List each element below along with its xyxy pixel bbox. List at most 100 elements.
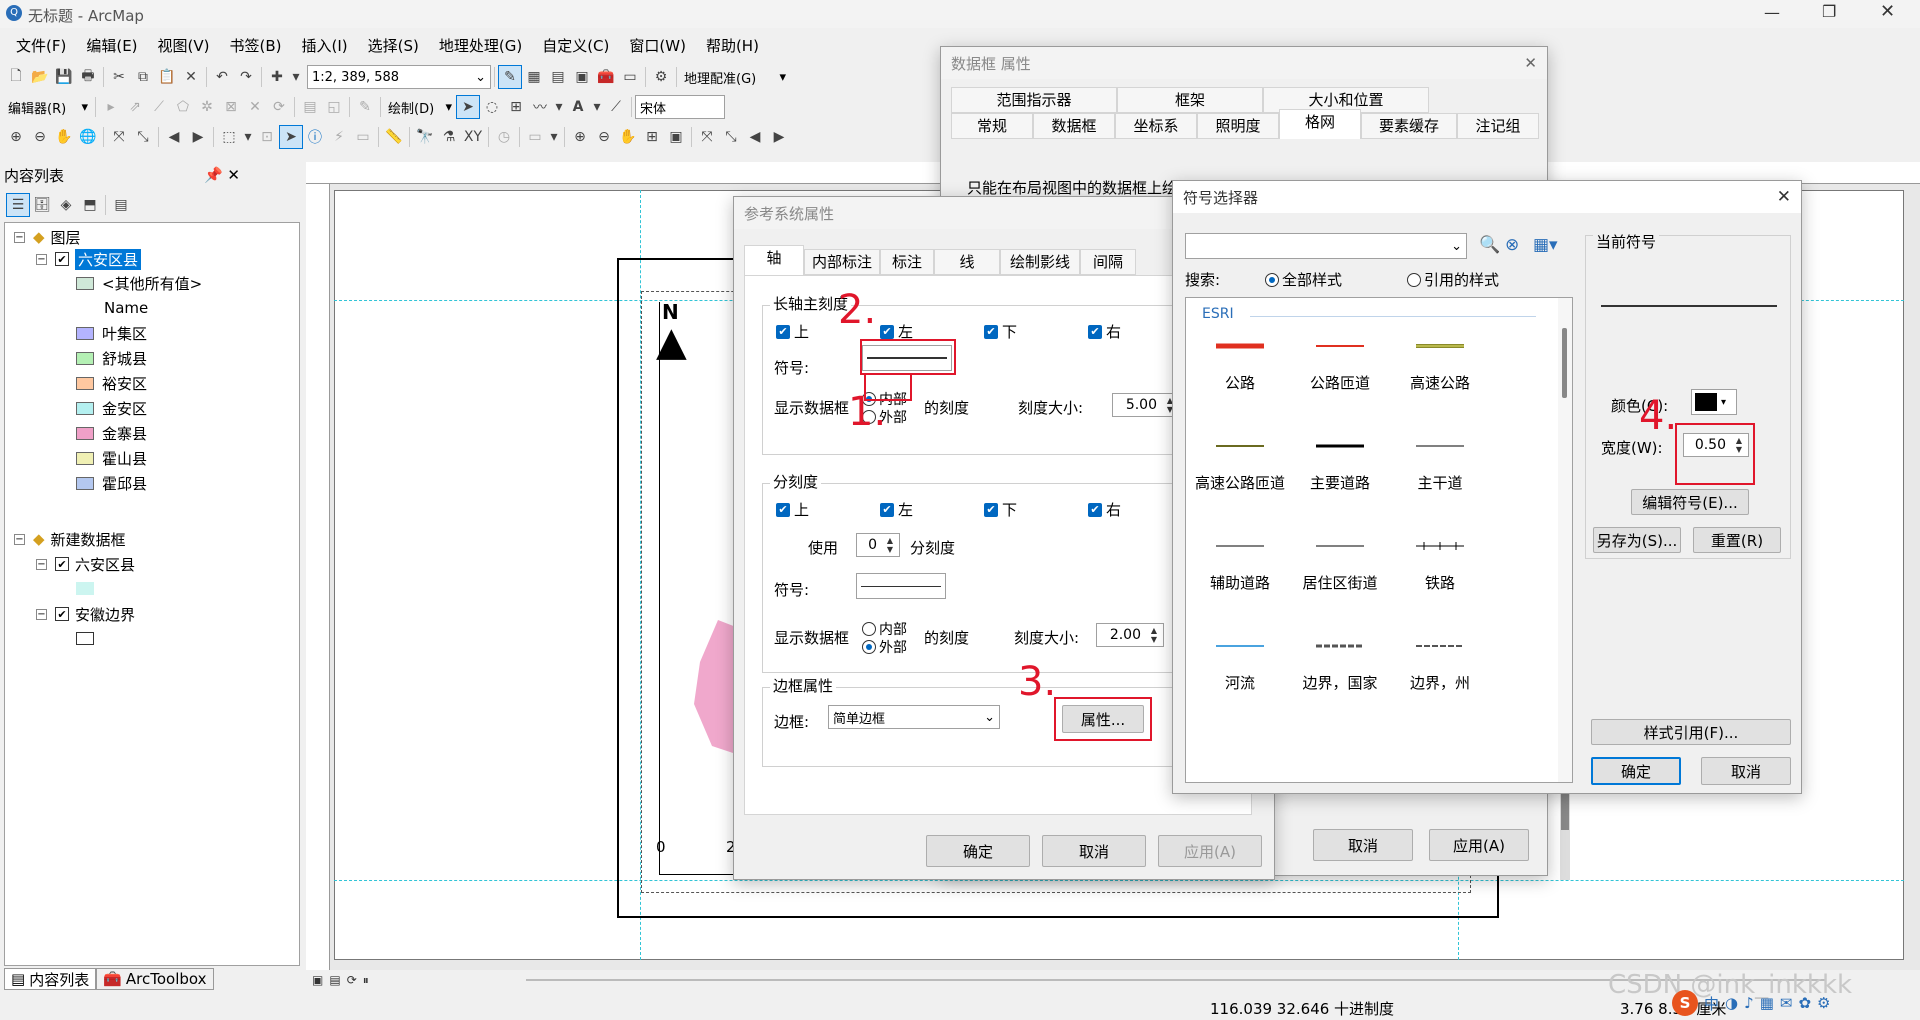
rotate-icon[interactable]: ⟳ — [267, 95, 291, 119]
tab-ref-4[interactable]: 绘制影线 — [1000, 249, 1080, 275]
layout-zoom-out-icon[interactable]: ⊖ — [592, 125, 616, 149]
legend-class-row[interactable]: 霍邱县 — [76, 472, 147, 494]
restore-icon[interactable]: ❐ — [1822, 2, 1836, 21]
line-icon[interactable]: 〰 — [528, 95, 552, 119]
find-route-icon[interactable]: ⚗ — [437, 125, 461, 149]
minor-top-checkbox[interactable]: ✔ 上 — [776, 499, 809, 520]
cancel-button[interactable]: 取消 — [1042, 835, 1146, 867]
layer-name[interactable]: 安徽边界 — [75, 604, 135, 625]
close-icon[interactable]: ✕ — [1777, 187, 1791, 207]
minor-tick-size-input[interactable]: 2.00 ▲ ▼ — [1096, 623, 1164, 647]
edit-annotation-icon[interactable]: ⇗ — [123, 95, 147, 119]
html-popup-icon[interactable]: ▭ — [351, 125, 375, 149]
symbol-cell[interactable]: 主干道 — [1390, 434, 1490, 493]
menu-item[interactable]: 地理处理(G) — [429, 35, 532, 56]
layer-name-selected[interactable]: 六安区县 — [75, 248, 142, 270]
symbol-cell[interactable]: 边界，州 — [1390, 634, 1490, 693]
editor-toolbar-icon[interactable]: ✎ — [498, 65, 522, 89]
symbol-cell[interactable]: 边界，国家 — [1290, 634, 1390, 693]
tab-ref-2[interactable]: 标注 — [880, 249, 934, 275]
pin-icon[interactable]: 📌 — [204, 166, 223, 184]
add-data-icon[interactable]: ✚ — [265, 65, 289, 89]
catalog-icon[interactable]: ▤ — [546, 65, 570, 89]
python-icon[interactable]: ▭ — [618, 65, 642, 89]
symbol-cell[interactable]: 辅助道路 — [1190, 534, 1290, 593]
full-extent-icon[interactable]: 🌐 — [76, 125, 100, 149]
spin-arrows-icon[interactable]: ▲ ▼ — [883, 536, 897, 554]
border-combobox[interactable]: 简单边框 ⌄ — [828, 705, 1000, 729]
layer-visibility-checkbox[interactable]: ✔ — [55, 252, 69, 266]
zoom-whole-page-icon[interactable]: ⊞ — [504, 95, 528, 119]
tab-df-4[interactable]: 格网 — [1279, 109, 1361, 139]
tab-1[interactable]: 框架 — [1117, 87, 1263, 113]
cancel-button[interactable]: 取消 — [1313, 829, 1413, 861]
legend-swatch[interactable] — [76, 581, 94, 595]
symbol-cell[interactable]: 居住区街道 — [1290, 534, 1390, 593]
inside-radio[interactable]: 内部 — [862, 619, 907, 639]
collapse-icon[interactable]: − — [36, 253, 47, 265]
reshape-icon[interactable]: ⊠ — [219, 95, 243, 119]
collapse-icon[interactable]: − — [36, 608, 47, 620]
identify-icon[interactable]: ⓘ — [303, 125, 327, 149]
apply-button[interactable]: 应用(A) — [1429, 829, 1529, 861]
symbol-cell[interactable]: 公路 — [1190, 334, 1290, 393]
list-by-drawing-order-icon[interactable]: ☰ — [6, 193, 30, 217]
measure-icon[interactable]: 📏 — [382, 125, 406, 149]
legend-swatch[interactable] — [76, 401, 94, 415]
time-slider-icon[interactable]: ◷ — [492, 125, 516, 149]
fixed-zoom-in-icon[interactable]: ⤧ — [107, 125, 131, 149]
back-extent-icon[interactable]: ◀ — [743, 125, 767, 149]
sketch-properties-icon[interactable]: ◱ — [322, 95, 346, 119]
data-frame-new[interactable]: 新建数据框 — [51, 529, 126, 550]
legend-class-row[interactable]: 金安区 — [76, 397, 147, 419]
toolbox-icon[interactable]: 🧰 — [594, 65, 618, 89]
legend-swatch[interactable] — [76, 376, 94, 390]
scale-combobox[interactable]: 1:2, 389, 588 ⌄ — [307, 65, 491, 89]
pause-icon[interactable]: ⏸ — [363, 973, 369, 988]
tab-df-3[interactable]: 照明度 — [1197, 113, 1279, 139]
select-features-icon[interactable]: ⬚ — [217, 125, 241, 149]
close-icon[interactable]: ✕ — [227, 166, 240, 184]
legend-class-row[interactable]: 裕安区 — [76, 372, 147, 394]
copy-icon[interactable]: ⧉ — [131, 65, 155, 89]
legend-swatch[interactable] — [76, 476, 94, 490]
vertex-icon[interactable]: ✲ — [195, 95, 219, 119]
menu-item[interactable]: 自定义(C) — [532, 35, 619, 56]
menu-item[interactable]: 书签(B) — [220, 35, 292, 56]
tab-ref-0[interactable]: 轴 — [744, 245, 804, 275]
list-by-visibility-icon[interactable]: ◈ — [54, 193, 78, 217]
cut-icon[interactable]: ✂ — [107, 65, 131, 89]
symbol-cell[interactable]: 公路匝道 — [1290, 334, 1390, 393]
zoom-out-icon[interactable]: ⊖ — [28, 125, 52, 149]
go-to-xy-icon[interactable]: XY — [461, 125, 485, 149]
refresh-icon[interactable]: ⟳ — [347, 973, 357, 987]
legend-swatch[interactable] — [76, 276, 94, 290]
apply-button[interactable]: 应用(A) — [1158, 835, 1262, 867]
georeferencing-menu[interactable]: 地理配准(G) ▾ — [680, 65, 790, 89]
hyperlink-icon[interactable]: ⚡ — [327, 125, 351, 149]
undo-icon[interactable]: ↶ — [210, 65, 234, 89]
collapse-icon[interactable]: − — [14, 533, 25, 545]
font-combobox[interactable]: 宋体 — [635, 95, 725, 119]
fixed-zoom-in-icon[interactable]: ⤧ — [695, 125, 719, 149]
text-icon[interactable]: A — [566, 95, 590, 119]
menu-item[interactable]: 选择(S) — [358, 35, 429, 56]
forward-arrow-icon[interactable]: ▶ — [186, 125, 210, 149]
tray-icon[interactable]: ✿ — [1798, 994, 1811, 1012]
major-tick-size-input[interactable]: 5.00 ▲ ▼ — [1112, 393, 1180, 417]
tab-ref-5[interactable]: 间隔 — [1080, 249, 1136, 275]
menu-item[interactable]: 文件(F) — [6, 35, 76, 56]
legend-swatch[interactable] — [76, 351, 94, 365]
tab-0[interactable]: 范围指示器 — [951, 87, 1117, 113]
close-icon[interactable]: ✕ — [1524, 54, 1537, 72]
tray-icon[interactable]: 中 — [1704, 993, 1719, 1014]
major-bottom-checkbox[interactable]: ✔ 下 — [984, 321, 1017, 342]
menu-item[interactable]: 窗口(W) — [619, 35, 696, 56]
symbol-gallery[interactable]: ESRI 公路 公路匝道 高速公路 高速公路匝道 主要道路 主干道 辅助道路 居住区街道 铁路河… — [1185, 297, 1573, 783]
legend-class-row[interactable]: 霍山县 — [76, 447, 147, 469]
chevron-down-icon[interactable]: ▾ — [547, 125, 561, 149]
draw-menu[interactable]: 绘制(D) ▾ — [384, 95, 456, 119]
tray-icon[interactable]: ⚙ — [1817, 994, 1830, 1012]
tray-icon[interactable]: ✉ — [1780, 994, 1793, 1012]
ok-button[interactable]: 确定 — [926, 835, 1030, 867]
